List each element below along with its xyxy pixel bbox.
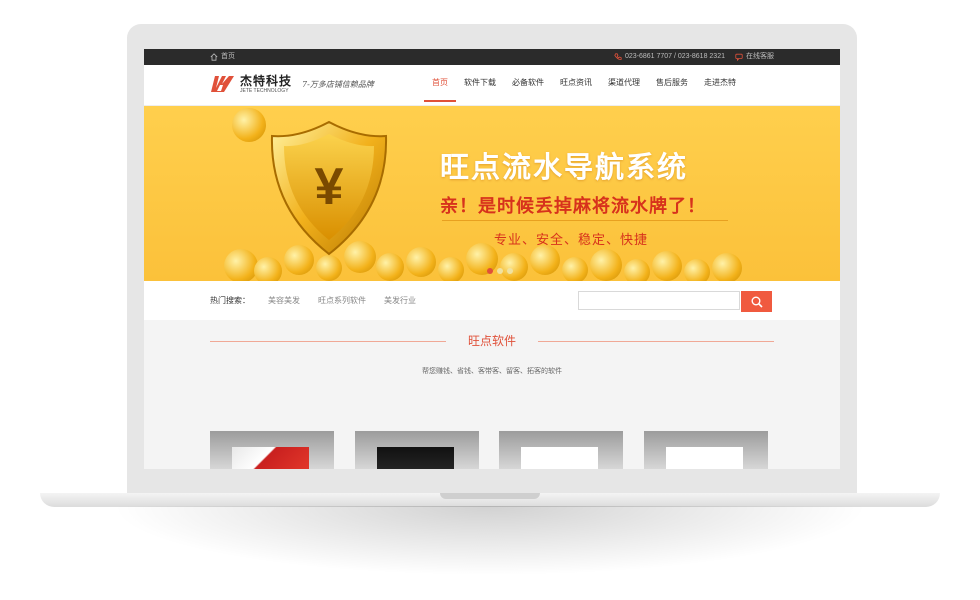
phone-label: 023-6861 7707 / 023-8618 2321 xyxy=(624,53,725,60)
product-card[interactable] xyxy=(355,431,479,469)
banner-title: 旺点流水导航系统 xyxy=(440,152,689,184)
home-link[interactable]: 首页 xyxy=(210,49,235,65)
hot-link-hair-industry[interactable]: 美发行业 xyxy=(384,281,416,321)
logo-english-name: JETE TECHNOLOGY xyxy=(240,87,289,94)
product-card[interactable] xyxy=(499,431,623,469)
logo-chinese-name: 杰特科技 xyxy=(240,73,293,88)
shield-icon: ¥ xyxy=(270,120,388,256)
company-logo[interactable]: 杰特科技 JETE TECHNOLOGY 7-万多店铺信赖品牌 xyxy=(210,74,374,94)
hot-link-wangdian-series[interactable]: 旺点系列软件 xyxy=(318,281,366,321)
browser-screen: 首页 023-6861 7707 / 023-8618 2321 在线客服 杰特… xyxy=(144,49,840,469)
chat-label: 在线客服 xyxy=(746,53,774,60)
home-icon xyxy=(210,53,218,61)
nav-item-after-sales[interactable]: 售后服务 xyxy=(648,65,696,105)
product-card[interactable] xyxy=(210,431,334,469)
top-utility-bar: 首页 023-6861 7707 / 023-8618 2321 在线客服 xyxy=(144,49,840,65)
hot-search-label: 热门搜索： xyxy=(210,296,250,305)
nav-item-essential-software[interactable]: 必备软件 xyxy=(504,65,552,105)
section-title: 旺点软件 xyxy=(467,334,516,348)
product-card[interactable] xyxy=(644,431,768,469)
nav-item-software-download[interactable]: 软件下载 xyxy=(456,65,504,105)
banner-divider xyxy=(442,220,728,221)
carousel-dots xyxy=(487,268,513,274)
laptop-shadow xyxy=(110,506,870,576)
chat-icon xyxy=(735,53,743,61)
hot-link-beauty-salon[interactable]: 美容美发 xyxy=(268,281,300,321)
nav-item-channel-agent[interactable]: 渠道代理 xyxy=(600,65,648,105)
nav-item-news[interactable]: 旺点资讯 xyxy=(552,65,600,105)
main-header: 杰特科技 JETE TECHNOLOGY 7-万多店铺信赖品牌 首页 软件下载 … xyxy=(144,65,840,106)
hot-search-bar: 热门搜索： 美容美发 旺点系列软件 美发行业 xyxy=(144,281,840,321)
section-subtitle: 帮您赚钱、省钱、客带客、留客、拓客的软件 xyxy=(422,368,562,375)
laptop-frame: 首页 023-6861 7707 / 023-8618 2321 在线客服 杰特… xyxy=(127,24,857,496)
hot-search-list: 热门搜索： 美容美发 旺点系列软件 美发行业 xyxy=(210,281,416,321)
main-navigation: 首页 软件下载 必备软件 旺点资讯 渠道代理 售后服务 走进杰特 xyxy=(424,65,744,105)
nav-item-about[interactable]: 走进杰特 xyxy=(696,65,744,105)
home-label: 首页 xyxy=(221,53,235,60)
product-box-image xyxy=(232,447,309,469)
carousel-dot-3[interactable] xyxy=(507,268,513,274)
phone-icon xyxy=(614,53,622,60)
nav-item-home[interactable]: 首页 xyxy=(424,65,456,105)
hero-banner[interactable]: ¥ 旺点流水导航系统 亲！是时候丢掉麻将流水牌了！ 专业、安全、稳定、快捷 xyxy=(144,106,840,281)
search-input[interactable] xyxy=(578,291,740,310)
yen-symbol: ¥ xyxy=(315,158,344,216)
online-service-link[interactable]: 在线客服 xyxy=(735,49,774,65)
product-section: 旺点软件 帮您赚钱、省钱、客带客、留客、拓客的软件 xyxy=(144,320,840,469)
product-box-image xyxy=(377,447,454,469)
floating-coin xyxy=(232,108,266,142)
carousel-dot-2[interactable] xyxy=(497,268,503,274)
carousel-dot-1[interactable] xyxy=(487,268,493,274)
logo-mark-icon xyxy=(211,76,234,92)
banner-tagline: 专业、安全、稳定、快捷 xyxy=(494,232,649,247)
brand-slogan: 7-万多店铺信赖品牌 xyxy=(302,79,374,89)
product-box-image xyxy=(521,447,598,469)
phone-numbers: 023-6861 7707 / 023-8618 2321 xyxy=(614,49,725,65)
search-icon xyxy=(751,296,763,308)
banner-subtitle: 亲！是时候丢掉麻将流水牌了！ xyxy=(440,196,706,216)
laptop-notch xyxy=(440,493,540,499)
search-button[interactable] xyxy=(741,291,772,312)
product-box-image xyxy=(666,447,743,469)
